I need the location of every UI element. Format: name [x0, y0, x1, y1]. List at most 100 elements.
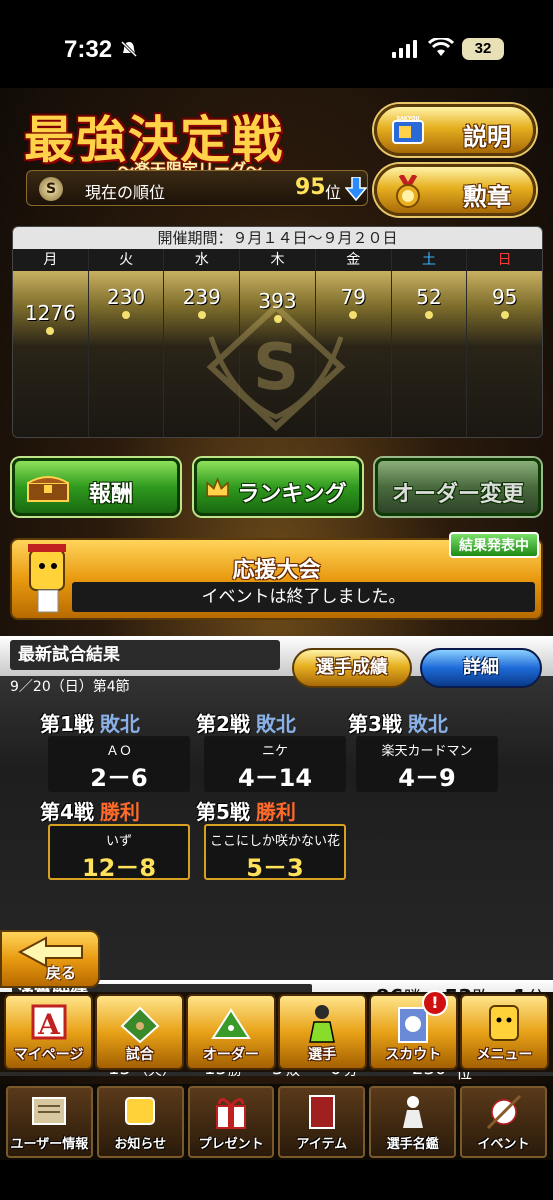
sub-nav-item[interactable]: アイテム	[278, 1086, 366, 1158]
match-card[interactable]: 第4戦 勝利いず 12－8	[40, 796, 190, 882]
sub-nav-label: プレゼント	[198, 1137, 264, 1152]
battery-icon: 32	[462, 38, 504, 60]
calendar-day-dot	[46, 327, 55, 335]
match-score: 12－8	[81, 854, 157, 882]
back-label: 戻る	[46, 964, 77, 982]
calendar-day-rank: 1276	[24, 301, 76, 325]
sub-nav-label: ユーザー情報	[10, 1137, 89, 1152]
ranking-label: ランキング	[237, 482, 347, 507]
sub-nav-label: イベント	[477, 1137, 530, 1152]
player-icon	[300, 1002, 344, 1048]
silent-bell-icon	[120, 40, 138, 58]
sub-nav-label: 選手名鑑	[386, 1137, 439, 1152]
calendar-day: 木 393	[240, 249, 316, 437]
match-number: 第1戦	[40, 712, 94, 736]
order-change-label: オーダー変更	[391, 482, 524, 507]
calendar-day-label: 月	[13, 249, 88, 271]
results-date: 9／20（日）第4節	[10, 679, 130, 695]
a-logo-icon: A	[27, 1002, 71, 1048]
status-bar: 7:32 32	[0, 0, 553, 88]
sub-nav-user-info[interactable]: ユーザー情報	[6, 1086, 93, 1158]
svg-text:A: A	[37, 1008, 61, 1041]
match-score: 4－14	[237, 764, 313, 792]
calendar-day: 土 52	[391, 249, 468, 437]
player-book-icon	[393, 1092, 433, 1132]
sub-nav-notice[interactable]: お知らせ	[96, 1086, 184, 1158]
weekly-calendar: 開催期間：９月１４日〜９月２０日 月 1276 火 230 水 239 木 393 金 79 土 52…	[12, 226, 543, 438]
match-card[interactable]: 第3戦 敗北 楽天カードマン 4－9	[348, 708, 498, 792]
support-event-banner[interactable]: 応援大会 イベントは終了しました。 結果発表中	[10, 532, 543, 620]
calendar-day-rank: 95	[491, 285, 518, 309]
sub-nav: ユーザー情報 お知らせ プレゼント アイテム 選手名鑑 イベント	[0, 1084, 553, 1160]
match-box: ＡＯ 2－6	[48, 736, 190, 792]
rank-value: 95	[295, 175, 326, 200]
match-box: ここにしか咲かない花 5－3	[204, 824, 346, 882]
medal-icon	[396, 175, 420, 208]
match-card[interactable]: 第1戦 敗北 ＡＯ 2－6	[40, 708, 190, 792]
main-nav-a-logo[interactable]: A マイページ	[4, 994, 94, 1070]
back-button[interactable]: 戻る	[0, 930, 100, 988]
calendar-day-label: 日	[467, 249, 542, 271]
match-header: 第2戦 敗北	[196, 708, 296, 737]
calendar-day-body: 52	[391, 271, 467, 437]
sub-nav-event[interactable]: イベント	[460, 1086, 547, 1158]
main-nav-label: メニュー	[476, 1047, 533, 1063]
current-rank-bar: S 現在の順位 95 位	[26, 170, 368, 206]
match-opponent: いず	[105, 834, 132, 849]
match-box: 楽天カードマン 4－9	[356, 736, 498, 792]
calendar-day-body: 239	[164, 271, 240, 437]
sub-nav-gift[interactable]: プレゼント	[187, 1086, 275, 1158]
match-header: 第3戦 敗北	[348, 708, 448, 737]
event-period: 開催期間：９月１４日〜９月２０日	[13, 227, 542, 249]
event-icon	[484, 1092, 524, 1132]
match-header: 第1戦 敗北	[40, 708, 140, 737]
detail-button[interactable]: 詳細	[420, 648, 542, 688]
status-time: 7:32	[64, 36, 113, 63]
main-nav-menu-mascot[interactable]: メニュー	[459, 994, 550, 1070]
scout-notification-badge: !	[421, 990, 448, 1016]
calendar-day-dot	[500, 311, 509, 319]
calendar-day-rank: 239	[182, 285, 221, 309]
results-title: 最新試合結果	[10, 640, 280, 670]
calendar-day-dot	[349, 311, 358, 319]
explain-label: 説明	[463, 123, 511, 151]
match-number: 第5戦	[196, 800, 250, 824]
medal-button[interactable]: 勲章	[374, 164, 536, 216]
home-indicator-area	[0, 1160, 553, 1200]
match-number: 第2戦	[196, 712, 250, 736]
calendar-day-dot	[122, 311, 131, 319]
menu-mascot-icon	[482, 1002, 526, 1048]
calendar-day-rank: 230	[106, 285, 146, 309]
match-card[interactable]: 第5戦 勝利 ここにしか咲かない花 5－3	[196, 796, 346, 882]
main-nav-field[interactable]: オーダー	[186, 994, 276, 1070]
match-number: 第4戦	[40, 800, 94, 824]
calendar-day-label: 木	[240, 249, 315, 271]
match-opponent: ニケ	[261, 744, 288, 759]
calendar-day-rank: 393	[258, 289, 297, 313]
match-header: 第4戦 勝利	[40, 796, 140, 825]
main-nav-stadium[interactable]: 試合	[95, 994, 185, 1070]
calendar-columns: 月 1276 火 230 水 239 木 393 金 79 土 52 日 95	[13, 249, 542, 437]
calendar-day-body: 95	[467, 271, 542, 437]
match-score: 4－9	[398, 764, 456, 792]
match-card[interactable]: 第2戦 敗北ニケ 4－14	[196, 708, 346, 792]
calendar-day-rank: 79	[340, 285, 366, 309]
explain-button[interactable]: SAKYOU 説明	[374, 104, 536, 156]
item-icon	[302, 1092, 342, 1132]
player-stats-button[interactable]: 選手成績	[292, 648, 412, 688]
match-box: ニケ 4－14	[204, 736, 346, 792]
main-nav-scout[interactable]: スカウト!	[368, 990, 458, 1070]
match-header: 第5戦 勝利	[196, 796, 296, 825]
game-screen: 最強決定戦 〜楽天限定リーグ〜 S 現在の順位 95 位 SAKYOU 説明 勲…	[0, 88, 553, 1200]
calendar-day-dot	[273, 315, 282, 323]
reward-button[interactable]: 報酬	[12, 458, 180, 516]
sub-nav-player-book[interactable]: 選手名鑑	[369, 1086, 457, 1158]
main-nav-label: 選手	[308, 1047, 337, 1063]
sub-nav-label: お知らせ	[114, 1137, 167, 1152]
order-change-button[interactable]: オーダー変更	[375, 458, 541, 516]
main-nav-player[interactable]: 選手	[277, 994, 367, 1070]
main-nav: A マイページ 試合 オーダー 選手 スカウト! メニュー	[0, 990, 553, 1072]
ranking-button[interactable]: ランキング	[194, 458, 362, 516]
main-nav-label: スカウト	[385, 1047, 442, 1063]
main-nav-label: 試合	[125, 1047, 154, 1063]
